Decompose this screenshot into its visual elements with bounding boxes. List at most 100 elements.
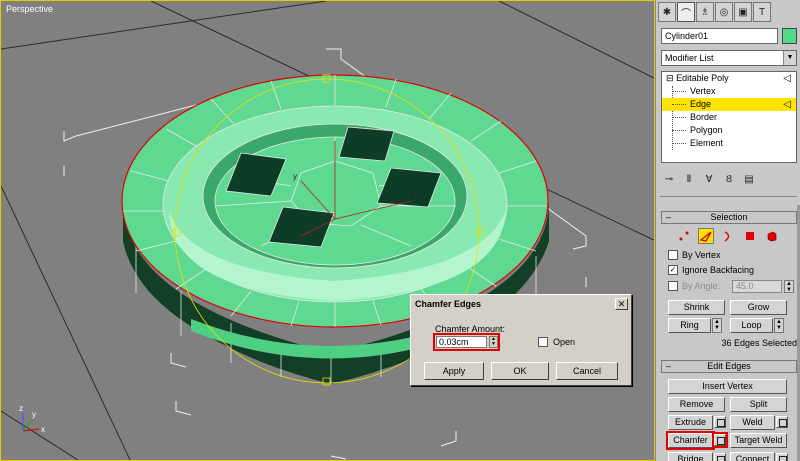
ignore-backfacing-row[interactable]: ✓ Ignore Backfacing bbox=[668, 264, 754, 276]
open-checkbox-row[interactable]: Open bbox=[538, 337, 575, 347]
expand-icon[interactable]: ⊟ bbox=[666, 73, 674, 83]
close-icon: ✕ bbox=[617, 299, 626, 309]
object-color-swatch[interactable] bbox=[782, 28, 797, 44]
selection-status: 36 Edges Selected bbox=[721, 338, 797, 348]
by-vertex-checkbox[interactable] bbox=[668, 250, 678, 260]
stack-item-label: Vertex bbox=[690, 86, 716, 96]
chamfer-amount-input[interactable]: 0.03cm bbox=[436, 336, 487, 348]
by-vertex-row[interactable]: By Vertex bbox=[668, 249, 721, 261]
stack-item-vertex[interactable]: Vertex bbox=[662, 85, 796, 98]
viewport-label[interactable]: Perspective bbox=[6, 4, 53, 14]
edit-edges-title: Edit Edges bbox=[707, 361, 751, 371]
stack-item-label: Border bbox=[690, 112, 718, 122]
insert-vertex-button[interactable]: Insert Vertex bbox=[668, 379, 787, 394]
gizmo-x-label: x bbox=[411, 192, 415, 201]
edit-edges-rollout-header[interactable]: – Edit Edges bbox=[661, 360, 797, 373]
ring-spinner[interactable]: ▲ ▼ bbox=[712, 318, 722, 333]
modify-icon: ⌒ bbox=[681, 8, 691, 20]
chevron-down-icon: ▼ bbox=[783, 51, 796, 65]
stack-item-label: Polygon bbox=[690, 125, 723, 135]
by-angle-spinner[interactable]: ▲ ▼ bbox=[784, 280, 794, 293]
bridge-settings-button[interactable] bbox=[714, 453, 726, 461]
pin-stack-icon[interactable]: ⊸ bbox=[661, 171, 677, 187]
motion-tab[interactable]: ◎ bbox=[715, 2, 733, 22]
edge-mode-icon[interactable] bbox=[698, 228, 714, 244]
modifier-list-label: Modifier List bbox=[665, 53, 714, 63]
remove-button[interactable]: Remove bbox=[668, 397, 725, 412]
ok-button[interactable]: OK bbox=[491, 362, 549, 380]
by-angle-row[interactable]: By Angle: bbox=[668, 280, 720, 292]
border-mode-icon[interactable] bbox=[720, 228, 736, 244]
display-icon: ▣ bbox=[738, 6, 748, 18]
utilities-icon: T bbox=[758, 6, 766, 18]
stack-item-editable-poly[interactable]: ⊟ Editable Poly ◁ bbox=[662, 72, 796, 85]
extrude-settings-button[interactable] bbox=[714, 416, 726, 428]
object-name-field[interactable]: Cylinder01 bbox=[661, 28, 778, 44]
cancel-button[interactable]: Cancel bbox=[556, 362, 618, 380]
modify-tab[interactable]: ⌒ bbox=[677, 2, 695, 22]
perspective-viewport[interactable]: y x x y z Perspective Chamfer Edges ✕ Ch… bbox=[0, 0, 655, 461]
chamfer-edges-dialog: Chamfer Edges ✕ Chamfer Amount: 0.03cm ▲… bbox=[410, 294, 632, 386]
stack-item-label: Element bbox=[690, 138, 724, 148]
weld-button[interactable]: Weld bbox=[730, 415, 775, 430]
stack-item-element[interactable]: Element bbox=[662, 137, 796, 150]
stack-item-polygon[interactable]: Polygon bbox=[662, 124, 796, 137]
open-label: Open bbox=[553, 337, 576, 347]
subobject-level-icons bbox=[676, 228, 780, 244]
polygon-mode-icon[interactable] bbox=[742, 228, 758, 244]
make-unique-icon[interactable]: ∀ bbox=[701, 171, 717, 187]
stack-item-label: Edge bbox=[690, 99, 712, 109]
dialog-close-button[interactable]: ✕ bbox=[615, 298, 628, 310]
connect-settings-button[interactable] bbox=[776, 453, 788, 461]
by-angle-input[interactable]: 45.0 bbox=[732, 280, 782, 293]
utilities-tab[interactable]: T bbox=[753, 2, 771, 22]
world-axis-tripod: x y z bbox=[19, 404, 45, 434]
ignore-backfacing-label: Ignore Backfacing bbox=[682, 265, 755, 275]
collapse-icon: – bbox=[666, 361, 672, 371]
shrink-button[interactable]: Shrink bbox=[668, 300, 725, 315]
viewport-scene[interactable]: y x x y z bbox=[1, 1, 655, 461]
create-icon: ✱ bbox=[662, 6, 672, 18]
ring-button[interactable]: Ring bbox=[668, 318, 711, 333]
weld-settings-button[interactable] bbox=[776, 416, 788, 428]
gizmo-y-label: y bbox=[293, 172, 297, 181]
apply-button[interactable]: Apply bbox=[424, 362, 484, 380]
extrude-button[interactable]: Extrude bbox=[668, 415, 713, 430]
connect-button[interactable]: Connect bbox=[730, 452, 775, 461]
axis-y-label: y bbox=[32, 410, 36, 419]
hierarchy-tab[interactable]: ♗ bbox=[696, 2, 714, 22]
axis-x-label: x bbox=[41, 425, 45, 434]
modifier-stack: ⊟ Editable Poly ◁ Vertex Edge ◁ Border Po… bbox=[661, 71, 797, 163]
stack-item-border[interactable]: Border bbox=[662, 111, 796, 124]
element-mode-icon[interactable] bbox=[764, 228, 780, 244]
command-panel: ✱ ⌒ ♗ ◎ ▣ T Cylinder01 Modifier List ▼ ⊟… bbox=[655, 0, 800, 461]
grow-button[interactable]: Grow bbox=[730, 300, 787, 315]
dialog-title[interactable]: Chamfer Edges bbox=[412, 296, 630, 313]
bridge-button[interactable]: Bridge bbox=[668, 452, 713, 461]
stack-item-edge[interactable]: Edge ◁ bbox=[662, 98, 796, 111]
split-button[interactable]: Split bbox=[730, 397, 787, 412]
chamfer-amount-spinner[interactable]: ▲ ▼ bbox=[489, 336, 498, 348]
modifier-list-dropdown[interactable]: Modifier List ▼ bbox=[661, 50, 797, 66]
by-vertex-label: By Vertex bbox=[682, 250, 721, 260]
target-weld-button[interactable]: Target Weld bbox=[730, 433, 787, 448]
show-end-result-icon[interactable]: Ⅱ bbox=[681, 171, 697, 187]
panel-divider bbox=[660, 196, 797, 197]
stack-toolbar: ⊸ Ⅱ ∀ Ȣ ▤ bbox=[661, 170, 797, 188]
chamfer-amount-highlight: 0.03cm ▲ ▼ bbox=[433, 333, 500, 351]
vertex-mode-icon[interactable] bbox=[676, 228, 692, 244]
open-checkbox[interactable] bbox=[538, 337, 548, 347]
chamfer-button[interactable]: Chamfer bbox=[666, 431, 715, 450]
command-panel-tabs: ✱ ⌒ ♗ ◎ ▣ T bbox=[658, 2, 799, 24]
chamfer-settings-button[interactable] bbox=[712, 432, 728, 448]
loop-button[interactable]: Loop bbox=[730, 318, 773, 333]
remove-modifier-icon[interactable]: Ȣ bbox=[721, 171, 737, 187]
configure-sets-icon[interactable]: ▤ bbox=[741, 171, 757, 187]
display-tab[interactable]: ▣ bbox=[734, 2, 752, 22]
by-angle-checkbox[interactable] bbox=[668, 281, 678, 291]
create-tab[interactable]: ✱ bbox=[658, 2, 676, 22]
by-angle-label: By Angle: bbox=[682, 281, 721, 291]
ignore-backfacing-checkbox[interactable]: ✓ bbox=[668, 265, 678, 275]
selection-rollout-header[interactable]: – Selection bbox=[661, 211, 797, 224]
loop-spinner[interactable]: ▲ ▼ bbox=[774, 318, 784, 333]
